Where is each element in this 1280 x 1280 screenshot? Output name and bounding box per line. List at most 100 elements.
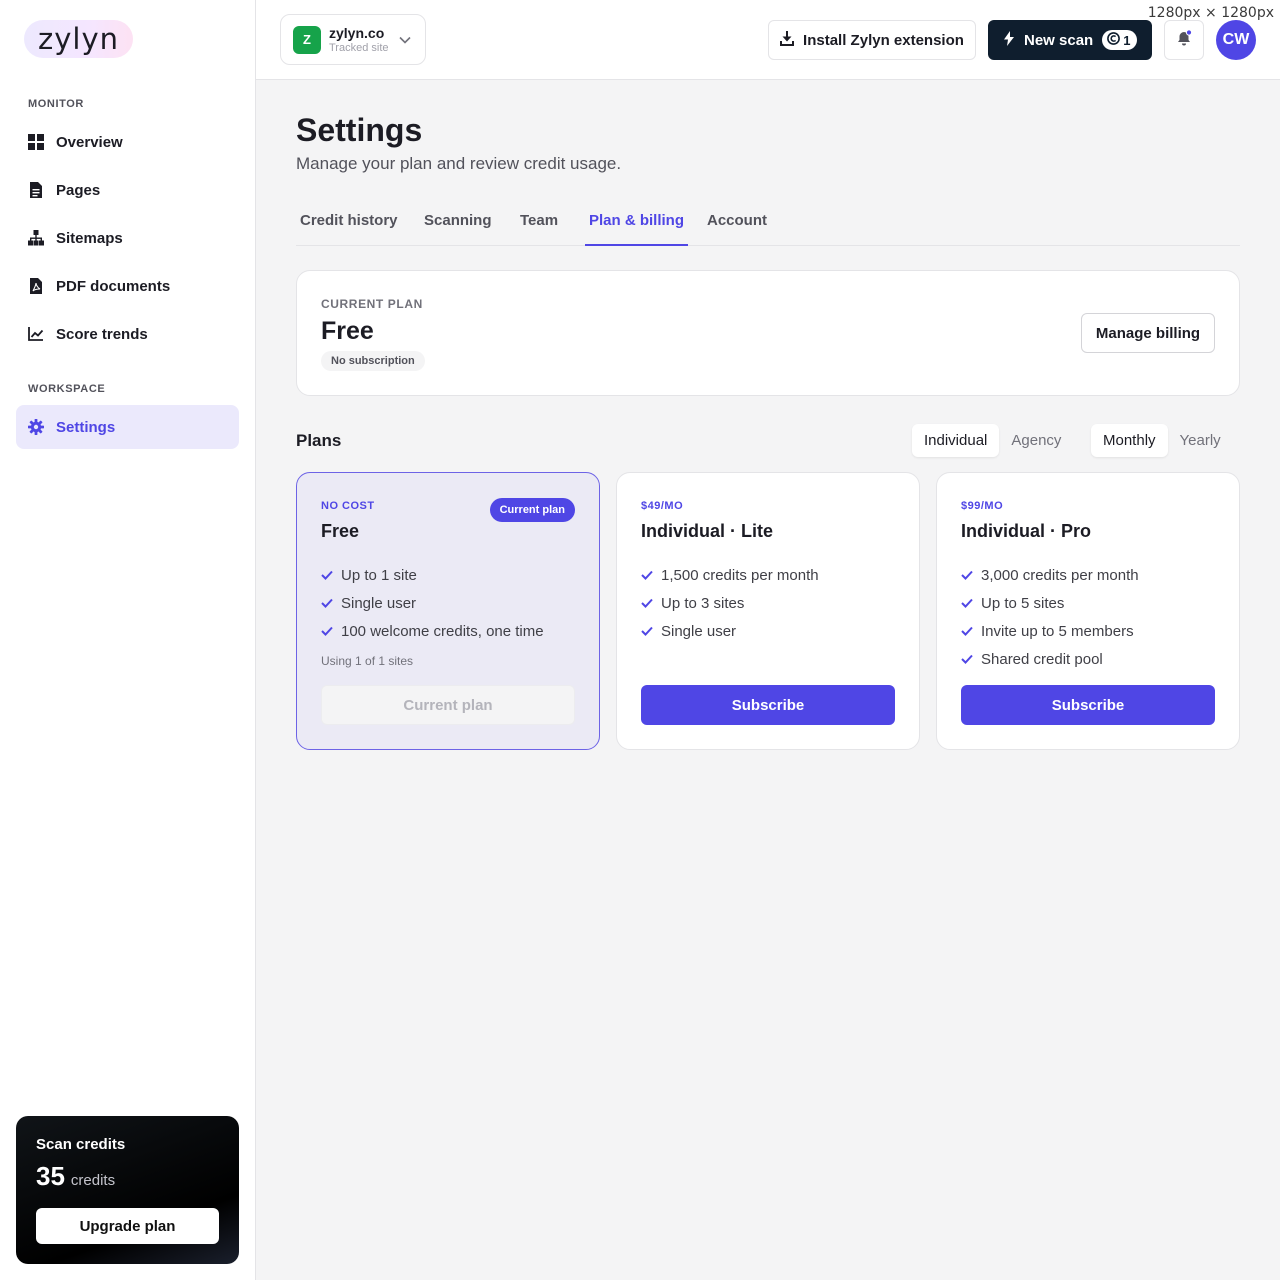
sidebar-section-workspace: WORKSPACE bbox=[28, 383, 106, 395]
check-icon bbox=[321, 570, 333, 580]
tab-credit-history[interactable]: Credit history bbox=[296, 200, 402, 246]
plan-feature-text: Invite up to 5 members bbox=[981, 622, 1134, 640]
sidebar-item-score-trends[interactable]: Score trends bbox=[16, 312, 239, 356]
tab-scanning[interactable]: Scanning bbox=[420, 200, 496, 246]
plan-card-individual-lite: $49/MO Individual · Lite 1,500 credits p… bbox=[616, 472, 920, 750]
page-title: Settings bbox=[296, 112, 423, 148]
grid-icon bbox=[28, 134, 44, 150]
current-plan-badge: Current plan bbox=[489, 498, 575, 522]
plan-name: Free bbox=[321, 521, 360, 541]
site-usage-text: Using 1 of 1 sites bbox=[321, 654, 414, 668]
chevron-down-icon bbox=[398, 31, 411, 49]
audience-option-agency[interactable]: Agency bbox=[999, 424, 1073, 457]
sidebar-item-pdf-documents[interactable]: PDF documents bbox=[16, 264, 239, 308]
tab-account[interactable]: Account bbox=[703, 200, 771, 246]
plan-feature: 3,000 credits per month bbox=[961, 561, 1139, 589]
plan-feature: Single user bbox=[641, 617, 819, 645]
billing-option-yearly[interactable]: Yearly bbox=[1168, 424, 1233, 457]
sidebar: zylyn MONITOR Overview Pages Sitemaps PD… bbox=[0, 0, 256, 1280]
notifications-button[interactable] bbox=[1164, 20, 1204, 60]
plan-feature: Up to 3 sites bbox=[641, 589, 819, 617]
plan-feature: Invite up to 5 members bbox=[961, 617, 1139, 645]
sidebar-item-overview[interactable]: Overview bbox=[16, 120, 239, 164]
sidebar-section-monitor: MONITOR bbox=[28, 98, 84, 110]
plan-feature-text: 100 welcome credits, one time bbox=[341, 622, 544, 640]
plans-heading: Plans bbox=[296, 431, 342, 450]
credits-balance: 35 credits bbox=[36, 1161, 219, 1192]
site-subtitle: Tracked site bbox=[329, 42, 389, 54]
install-extension-button[interactable]: Install Zylyn extension bbox=[768, 20, 976, 60]
audience-option-individual[interactable]: Individual bbox=[912, 424, 1000, 457]
scan-credits-card: Scan credits 35 credits Upgrade plan bbox=[16, 1116, 239, 1264]
new-scan-label: New scan bbox=[1024, 31, 1094, 49]
download-icon bbox=[780, 30, 803, 50]
document-icon bbox=[28, 182, 44, 198]
plan-features: Up to 1 site Single user 100 welcome cre… bbox=[321, 561, 544, 645]
sidebar-item-label: Settings bbox=[56, 418, 116, 436]
plan-price: $49/MO bbox=[641, 500, 684, 512]
site-badge: Z bbox=[293, 25, 321, 54]
sidebar-item-settings[interactable]: Settings bbox=[16, 405, 239, 449]
manage-billing-button[interactable]: Manage billing bbox=[1081, 313, 1215, 353]
scan-cost-count: 1 bbox=[1123, 32, 1131, 48]
subscribe-pro-button[interactable]: Subscribe bbox=[961, 685, 1215, 725]
sitemap-icon bbox=[28, 230, 44, 246]
billing-option-monthly[interactable]: Monthly bbox=[1091, 424, 1168, 457]
audience-toggle: Individual Agency bbox=[912, 424, 1073, 457]
plan-feature: Single user bbox=[321, 589, 544, 617]
install-extension-label: Install Zylyn extension bbox=[803, 31, 964, 49]
site-name: zylyn.co bbox=[329, 25, 385, 41]
check-icon bbox=[641, 626, 653, 636]
credits-title: Scan credits bbox=[36, 1136, 126, 1153]
plan-feature-text: Single user bbox=[341, 594, 417, 612]
billing-period-toggle: Monthly Yearly bbox=[1091, 424, 1233, 457]
plan-card-free: NO COST Free Current plan Up to 1 site S… bbox=[296, 472, 600, 750]
credits-unit: credits bbox=[70, 1172, 116, 1189]
current-plan-button: Current plan bbox=[321, 685, 575, 725]
plan-price: $99/MO bbox=[961, 500, 1004, 512]
sidebar-item-label: PDF documents bbox=[56, 277, 171, 295]
check-icon bbox=[961, 654, 973, 664]
site-info: zylyn.co Tracked site bbox=[329, 25, 389, 54]
bell-icon bbox=[1175, 28, 1193, 52]
coin-icon bbox=[1107, 32, 1121, 48]
sidebar-item-label: Sitemaps bbox=[56, 229, 123, 247]
plan-price: NO COST bbox=[321, 500, 375, 512]
plan-name: Individual · Lite bbox=[641, 521, 774, 541]
plan-card-individual-pro: $99/MO Individual · Pro 3,000 credits pe… bbox=[936, 472, 1240, 750]
plan-feature: Up to 5 sites bbox=[961, 589, 1139, 617]
plan-features: 3,000 credits per month Up to 5 sites In… bbox=[961, 561, 1139, 673]
user-avatar[interactable]: CW bbox=[1216, 20, 1256, 60]
check-icon bbox=[961, 626, 973, 636]
tab-plan-billing[interactable]: Plan & billing bbox=[585, 200, 689, 246]
sidebar-item-sitemaps[interactable]: Sitemaps bbox=[16, 216, 239, 260]
plan-feature: Up to 1 site bbox=[321, 561, 544, 589]
current-plan-label: CURRENT PLAN bbox=[321, 297, 423, 311]
upgrade-plan-button[interactable]: Upgrade plan bbox=[36, 1208, 219, 1244]
current-plan-name: Free bbox=[321, 317, 374, 345]
check-icon bbox=[961, 598, 973, 608]
plan-feature: Shared credit pool bbox=[961, 645, 1139, 673]
plan-feature-text: Shared credit pool bbox=[981, 650, 1103, 668]
plan-feature-text: 1,500 credits per month bbox=[661, 566, 819, 584]
plan-feature-text: Up to 5 sites bbox=[981, 594, 1065, 612]
sidebar-item-label: Overview bbox=[56, 133, 123, 151]
gear-icon bbox=[28, 419, 44, 435]
app-logo[interactable]: zylyn bbox=[24, 20, 133, 58]
subscribe-lite-button[interactable]: Subscribe bbox=[641, 685, 895, 725]
page-subtitle: Manage your plan and review credit usage… bbox=[296, 154, 622, 173]
tab-team[interactable]: Team bbox=[516, 200, 562, 246]
sidebar-item-label: Score trends bbox=[56, 325, 148, 343]
check-icon bbox=[641, 598, 653, 608]
site-switcher[interactable]: Z zylyn.co Tracked site bbox=[280, 14, 426, 65]
lightning-icon bbox=[1004, 30, 1014, 50]
scan-cost-pill: 1 bbox=[1102, 30, 1138, 50]
check-icon bbox=[321, 626, 333, 636]
new-scan-button[interactable]: New scan 1 bbox=[988, 20, 1152, 60]
subscription-status-badge: No subscription bbox=[321, 351, 425, 371]
sidebar-item-pages[interactable]: Pages bbox=[16, 168, 239, 212]
credits-amount: 35 bbox=[36, 1161, 65, 1191]
plan-features: 1,500 credits per month Up to 3 sites Si… bbox=[641, 561, 819, 645]
check-icon bbox=[321, 598, 333, 608]
plan-feature: 100 welcome credits, one time bbox=[321, 617, 544, 645]
